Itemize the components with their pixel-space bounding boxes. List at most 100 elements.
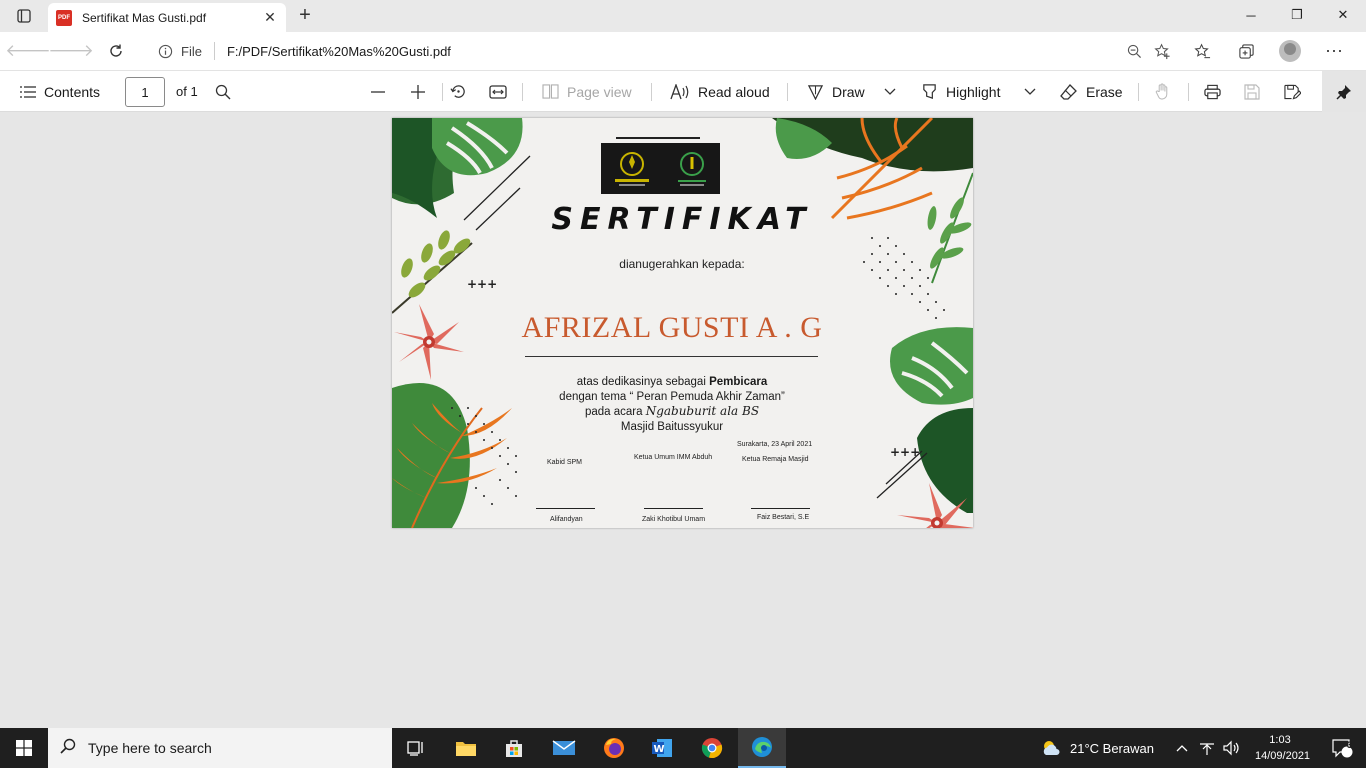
minimize-button[interactable]: ─ (1228, 0, 1274, 30)
contents-button[interactable]: Contents (20, 71, 100, 112)
taskbar: Type here to search W 21°C Berawan 1:03 … (0, 728, 1366, 768)
taskbar-search-input[interactable]: Type here to search (48, 728, 392, 768)
signer-role-3: Ketua Remaja Masjid (742, 456, 809, 463)
toolbar-divider (522, 83, 523, 101)
read-aloud-icon (670, 83, 689, 99)
favorites-icon[interactable] (1180, 37, 1224, 65)
firefox-button[interactable] (590, 728, 638, 768)
tab-strip: PDF Sertifikat Mas Gusti.pdf ✕ + ─ ❐ ✕ (0, 0, 1366, 32)
avatar (1279, 40, 1301, 62)
print-button[interactable] (1204, 71, 1221, 112)
recipient-underline (525, 356, 818, 357)
add-favorite-icon[interactable] (1148, 37, 1176, 65)
weather-cloudy-icon (1043, 741, 1060, 755)
mail-button[interactable] (540, 728, 588, 768)
site-info-button[interactable]: File (158, 44, 202, 59)
refresh-icon (110, 44, 122, 57)
tab-actions-button[interactable] (8, 5, 40, 27)
signer-name-1: Alifandyan (550, 516, 583, 523)
zoom-in-button[interactable] (410, 71, 426, 112)
touch-write-button[interactable] (1155, 71, 1171, 112)
draw-options-button[interactable] (884, 71, 896, 112)
fit-width-icon (489, 84, 507, 99)
task-view-icon (407, 741, 423, 756)
read-aloud-button[interactable]: Read aloud (670, 71, 770, 112)
url-text[interactable]: F:/PDF/Sertifikat%20Mas%20Gusti.pdf (227, 44, 1120, 59)
find-button[interactable] (215, 71, 231, 112)
certificate-title: SERTIFIKAT (551, 202, 813, 237)
settings-more-icon[interactable]: ⋯ (1312, 37, 1356, 65)
toolbar-divider (442, 83, 443, 101)
clock[interactable]: 1:03 14/09/2021 (1255, 732, 1311, 764)
printer-icon (1204, 84, 1221, 99)
clock-time: 1:03 (1269, 734, 1291, 746)
task-view-button[interactable] (392, 728, 440, 768)
edge-icon (752, 737, 772, 757)
address-separator (213, 42, 215, 60)
tab-actions-icon (17, 9, 31, 23)
toolbar-divider (1138, 83, 1139, 101)
scheme-label: File (181, 43, 202, 59)
hand-icon (1155, 83, 1168, 100)
organization-logos (601, 143, 720, 194)
close-window-button[interactable]: ✕ (1320, 0, 1366, 30)
save-as-button[interactable] (1284, 71, 1301, 112)
word-button[interactable]: W (638, 728, 686, 768)
profile-button[interactable] (1268, 37, 1312, 65)
show-hidden-icons-button[interactable] (1176, 728, 1188, 768)
highlight-options-button[interactable] (1024, 71, 1036, 112)
weather-widget[interactable]: 21°C Berawan (1040, 728, 1154, 768)
chrome-button[interactable] (688, 728, 736, 768)
highlight-button[interactable]: Highlight (921, 71, 1000, 112)
new-tab-button[interactable]: + (293, 5, 317, 27)
back-button[interactable]: 🡐 (5, 37, 51, 65)
file-explorer-button[interactable] (442, 728, 490, 768)
signature-line-3 (751, 508, 810, 509)
restore-button[interactable]: ❐ (1274, 0, 1320, 30)
page-number-input[interactable]: 1 (125, 77, 165, 107)
pin-toolbar-button[interactable] (1322, 71, 1366, 112)
pdf-page: +++ +++ SERTIFIKAT dianugerahkan kepada:… (392, 118, 973, 528)
weather-text: 21°C Berawan (1070, 740, 1154, 756)
forward-button[interactable]: 🡒 (48, 37, 94, 65)
volume-button[interactable] (1222, 728, 1240, 768)
navigation-bar: 🡐 🡒 File F:/PDF/Sertifikat%20Mas%20Gusti… (0, 32, 1366, 70)
signature-line-1 (536, 508, 595, 509)
save-as-icon (1284, 84, 1301, 100)
mail-icon (552, 740, 576, 755)
clock-date: 14/09/2021 (1255, 750, 1311, 762)
network-button[interactable] (1199, 728, 1215, 768)
tab-active[interactable]: PDF Sertifikat Mas Gusti.pdf ✕ (48, 3, 286, 32)
place-date: Surakarta, 23 April 2021 (737, 441, 813, 448)
fit-to-width-button[interactable] (489, 71, 507, 112)
search-icon (48, 738, 88, 759)
highlighter-icon (923, 84, 936, 99)
signer-role-2: Ketua Umum IMM Abduh (634, 454, 713, 461)
notification-count: 3 (1346, 740, 1352, 750)
store-button[interactable] (490, 728, 538, 768)
page-view-button[interactable]: Page view (542, 71, 632, 112)
refresh-button[interactable] (101, 37, 131, 65)
zoom-out-button[interactable] (370, 71, 386, 112)
role-text: Pembicara (709, 376, 768, 388)
store-bag-icon (506, 740, 522, 757)
organization-logo-image (615, 151, 650, 186)
notification-center-button[interactable]: 3 (1318, 728, 1366, 768)
page-view-label: Page view (567, 83, 632, 100)
info-icon (158, 44, 173, 58)
zoom-icon[interactable] (1120, 37, 1148, 65)
edge-button[interactable] (738, 728, 786, 768)
rotate-button[interactable] (450, 71, 467, 112)
logo-top-rule (616, 137, 700, 139)
draw-pen-icon (807, 85, 824, 100)
start-button[interactable] (0, 728, 48, 768)
collections-icon[interactable] (1224, 37, 1268, 65)
address-bar[interactable]: File F:/PDF/Sertifikat%20Mas%20Gusti.pdf (146, 36, 1180, 66)
toolbar-divider (651, 83, 652, 101)
save-icon (1244, 83, 1260, 100)
erase-button[interactable]: Erase (1060, 71, 1123, 112)
save-button[interactable] (1244, 71, 1260, 112)
tab-close-icon[interactable]: ✕ (262, 9, 278, 26)
draw-button[interactable]: Draw (807, 71, 865, 112)
search-icon (215, 84, 231, 99)
